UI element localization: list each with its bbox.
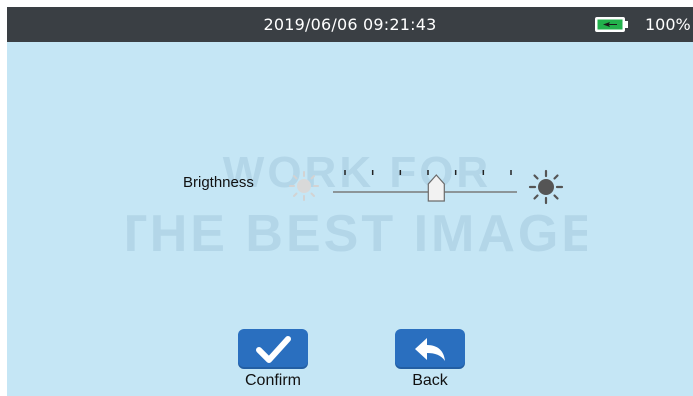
back-button[interactable]: [395, 329, 465, 369]
dim-sun-icon: [289, 171, 319, 201]
battery-charging-icon: [595, 17, 628, 32]
checkmark-icon: [256, 336, 291, 363]
brightness-label: Brigthness: [183, 174, 254, 191]
battery-percent: 100%: [645, 15, 691, 34]
bright-sun-icon: [528, 169, 564, 205]
slider-ticks: [344, 170, 512, 175]
watermark-line2: THE BEST IMAGE: [127, 205, 587, 263]
brightness-slider[interactable]: [331, 157, 519, 207]
back-arrow-icon: [415, 338, 445, 361]
slider-thumb[interactable]: [427, 174, 445, 202]
confirm-button[interactable]: [238, 329, 308, 369]
confirm-label: Confirm: [244, 372, 301, 389]
datetime: 2019/06/06 09:21:43: [263, 15, 437, 34]
status-bar: 2019/06/06 09:21:43 100%: [7, 7, 693, 42]
back-label: Back: [412, 372, 448, 389]
device-screen: 2019/06/06 09:21:43 100% WORK FOR THE BE…: [7, 7, 693, 396]
